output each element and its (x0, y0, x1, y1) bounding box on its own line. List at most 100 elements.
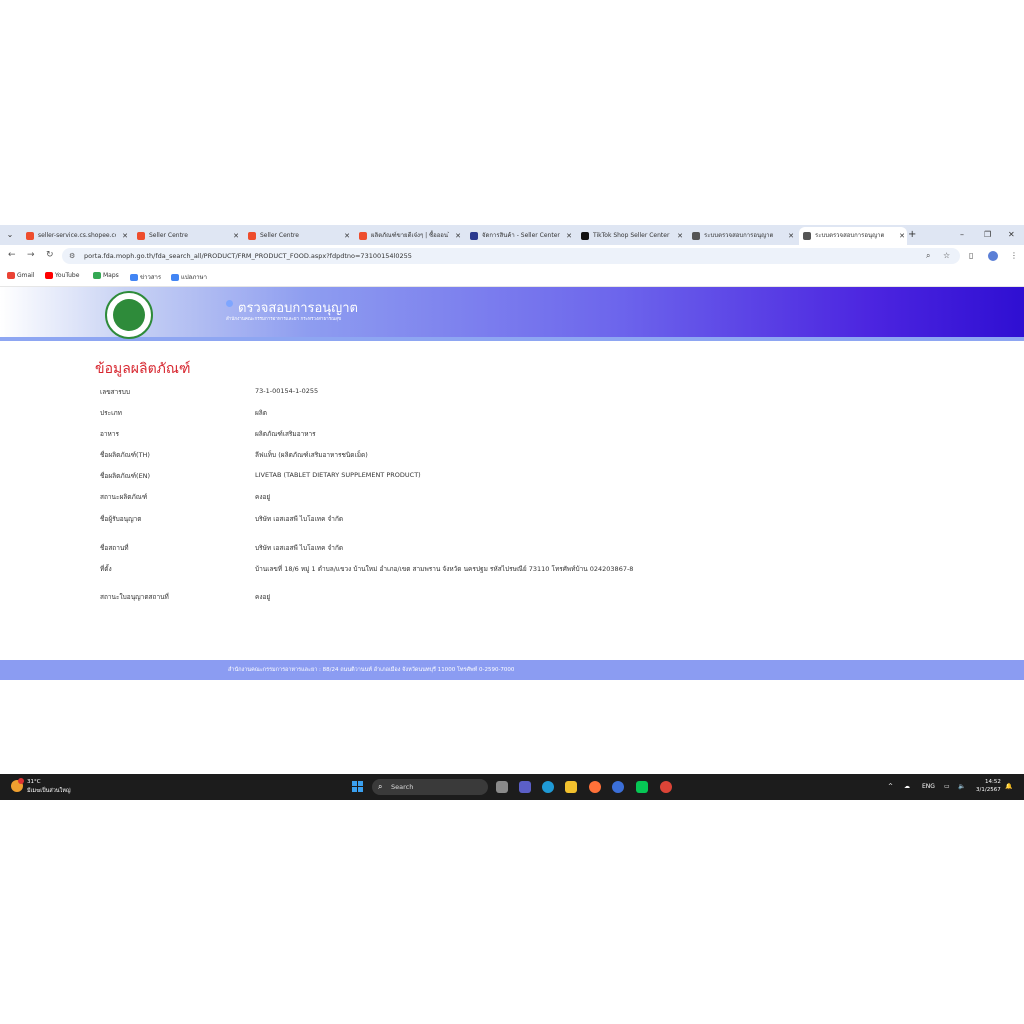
teams-icon[interactable] (519, 781, 531, 793)
bookmark-label: Maps (103, 272, 119, 279)
media-player-icon[interactable] (612, 781, 624, 793)
field-label: ชื่อผู้รับอนุญาต (100, 515, 142, 523)
browser-tab[interactable]: seller-service.cs.shopee.co ✕ (22, 227, 130, 245)
navigation-bar: ← → ↻ ⚙ porta.fda.moph.go.th/fda_search_… (0, 245, 1024, 268)
weather-description[interactable]: มีเมฆเป็นส่วนใหญ่ (27, 787, 71, 795)
tab-close-icon[interactable]: ✕ (344, 227, 350, 245)
page-title: ข้อมูลผลิตภัณฑ์ (95, 361, 191, 377)
windows-taskbar: 31°C มีเมฆเป็นส่วนใหญ่ ⌕ Search ^ ☁ ENG … (0, 774, 1024, 800)
minimize-icon[interactable]: – (960, 227, 964, 243)
tab-close-icon[interactable]: ✕ (566, 227, 572, 245)
bookmark-icon (171, 274, 179, 281)
edge-icon[interactable] (542, 781, 554, 793)
field-label: ชื่อผลิตภัณฑ์(TH) (100, 451, 150, 459)
tab-favicon-icon (581, 232, 589, 240)
field-label: ชื่อผลิตภัณฑ์(EN) (100, 472, 151, 480)
tab-close-icon[interactable]: ✕ (122, 227, 128, 245)
tab-strip: ⌄ seller-service.cs.shopee.co ✕ Seller Cen… (0, 225, 1024, 245)
browser-tab[interactable]: Seller Centre ✕ (133, 227, 241, 245)
tab-favicon-icon (470, 232, 478, 240)
tab-close-icon[interactable]: ✕ (233, 227, 239, 245)
bookmark-icon (7, 272, 15, 279)
bookmark-item[interactable]: ข่าวสาร (130, 272, 161, 282)
header-divider (0, 337, 1024, 341)
notification-badge (18, 778, 24, 784)
field-value: คงอยู่ (255, 593, 271, 601)
field-value: ผลิต (255, 409, 268, 417)
tab-close-icon[interactable]: ✕ (455, 227, 461, 245)
line-app-icon[interactable] (636, 781, 648, 793)
bookmark-item[interactable]: YouTube (45, 272, 79, 279)
task-view-icon[interactable] (496, 781, 508, 793)
browser-window: ⌄ seller-service.cs.shopee.co ✕ Seller Cen… (0, 225, 1024, 800)
url-text[interactable]: porta.fda.moph.go.th/fda_search_all/PROD… (84, 248, 412, 264)
tab-favicon-icon (359, 232, 367, 240)
bookmark-icon (93, 272, 101, 279)
browser-tab[interactable]: ระบบตรวจสอบการอนุญาต ✕ (688, 227, 796, 245)
tab-favicon-icon (692, 232, 700, 240)
field-label: ชื่อสถานที่ (100, 544, 129, 552)
file-explorer-icon[interactable] (565, 781, 577, 793)
browser-tab[interactable]: TikTok Shop Seller Center ✕ (577, 227, 685, 245)
side-panel-icon[interactable]: ▯ (969, 251, 973, 260)
browser-tab[interactable]: ผลิตภัณฑ์ขายดีเจ๋งๆ | ซื้อออนไ ✕ (355, 227, 463, 245)
forward-icon[interactable]: → (27, 250, 35, 260)
address-bar[interactable]: ⚙ porta.fda.moph.go.th/fda_search_all/PR… (62, 248, 960, 264)
show-hidden-icons[interactable]: ^ (888, 783, 893, 790)
field-label: ที่ตั้ง (100, 565, 112, 573)
profile-avatar[interactable] (988, 251, 998, 261)
bookmark-icon (130, 274, 138, 281)
zoom-icon[interactable]: ⌕ (926, 248, 930, 264)
bookmark-star-icon[interactable]: ☆ (943, 248, 950, 264)
clock-date[interactable]: 3/1/2567 (976, 787, 1001, 793)
reload-icon[interactable]: ↻ (46, 250, 54, 260)
new-tab-button[interactable]: + (908, 227, 916, 243)
bookmark-label: Gmail (17, 272, 35, 279)
tab-label: จัดการสินค้า - Seller Center (482, 232, 560, 239)
search-placeholder: Search (391, 783, 414, 791)
network-icon[interactable]: ▭ (944, 783, 950, 790)
tab-close-icon[interactable]: ✕ (677, 227, 683, 245)
onedrive-icon[interactable]: ☁ (904, 783, 910, 790)
chrome-icon[interactable] (660, 781, 672, 793)
tab-label: Seller Centre (260, 232, 299, 239)
tab-label: TikTok Shop Seller Center (593, 232, 670, 239)
bookmark-item[interactable]: แปลภาษา (171, 272, 207, 282)
weather-temperature[interactable]: 31°C (27, 779, 41, 785)
search-icon: ⌕ (378, 782, 383, 791)
volume-icon[interactable]: 🔈 (958, 783, 965, 790)
taskbar-search[interactable]: ⌕ Search (372, 779, 488, 795)
bookmark-item[interactable]: Gmail (7, 272, 35, 279)
field-value: คงอยู่ (255, 493, 271, 501)
tab-close-icon[interactable]: ✕ (788, 227, 794, 245)
field-value: บริษัท เอสเอสพี ไบโอเทค จำกัด (255, 544, 344, 552)
tab-label: seller-service.cs.shopee.co (38, 232, 116, 239)
bookmark-label: YouTube (55, 272, 80, 279)
tab-label: ระบบตรวจสอบการอนุญาต (815, 232, 885, 239)
field-label: สถานะใบอนุญาตสถานที่ (100, 593, 169, 601)
tab-close-icon[interactable]: ✕ (899, 227, 905, 245)
tab-search-icon[interactable]: ⌄ (3, 228, 17, 242)
language-indicator[interactable]: ENG (922, 783, 935, 790)
notification-bell-icon[interactable]: 🔔 (1005, 783, 1012, 790)
field-label: อาหาร (100, 430, 119, 438)
browser-tab[interactable]: จัดการสินค้า - Seller Center ✕ (466, 227, 574, 245)
tab-label: ผลิตภัณฑ์ขายดีเจ๋งๆ | ซื้อออนไ (371, 232, 449, 239)
bookmark-label: ข่าวสาร (140, 274, 162, 281)
site-info-icon[interactable]: ⚙ (69, 248, 75, 264)
tab-label: ระบบตรวจสอบการอนุญาต (704, 232, 774, 239)
close-window-icon[interactable]: ✕ (1008, 227, 1015, 243)
site-header-banner (0, 287, 1024, 337)
start-icon[interactable] (352, 781, 364, 793)
more-menu-icon[interactable]: ⋮ (1010, 251, 1018, 260)
bookmark-item[interactable]: Maps (93, 272, 119, 279)
field-value: ลีฟแท็บ (ผลิตภัณฑ์เสริมอาหารชนิดเม็ด) (255, 451, 368, 459)
clock-time[interactable]: 14:52 (985, 779, 1001, 785)
restore-icon[interactable]: ❐ (984, 227, 991, 243)
browser-tab[interactable]: Seller Centre ✕ (244, 227, 352, 245)
browser-tab[interactable]: ระบบตรวจสอบการอนุญาต ✕ (799, 227, 907, 245)
back-icon[interactable]: ← (8, 250, 16, 260)
title-bullet-icon (226, 300, 233, 307)
footer-address: สำนักงานคณะกรรมการอาหารและยา : 88/24 ถนน… (228, 667, 515, 673)
firefox-icon[interactable] (589, 781, 601, 793)
